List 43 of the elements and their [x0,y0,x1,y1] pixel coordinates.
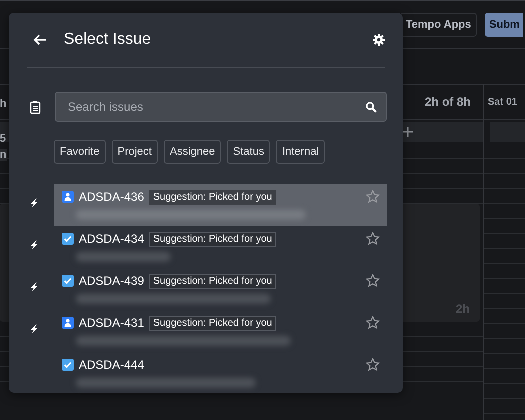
filter-button[interactable]: Favorite [54,140,106,164]
suggestion-tag: Suggestion: Picked for you [149,190,276,204]
star-icon[interactable] [366,190,380,204]
issue-key: ADSDA-444 [79,358,144,372]
filter-button[interactable]: Status [227,140,270,164]
issue-key: ADSDA-436 [79,190,144,204]
issue-item[interactable]: ADSDA-436 Suggestion: Picked for you [54,184,387,226]
issue-item[interactable]: ADSDA-434 Suggestion: Picked for you [54,226,387,268]
person-icon [62,191,74,203]
clipboard-icon [30,100,41,114]
filter-button[interactable]: Project [112,140,158,164]
checkbox-icon [62,233,74,245]
plus-icon[interactable] [402,126,414,138]
dialog-title: Select Issue [64,31,152,49]
suggestion-tag: Suggestion: Picked for you [149,274,276,288]
suggestion-tag: Suggestion: Picked for you [149,232,276,246]
issue-item[interactable]: ADSDA-431 Suggestion: Picked for you [54,310,387,352]
filter-button[interactable]: Assignee [164,140,222,164]
star-icon[interactable] [366,274,380,288]
settings-icon[interactable] [373,34,385,46]
star-icon[interactable] [366,358,380,372]
search-field[interactable]: Search issues [55,92,387,122]
issue-item[interactable]: ADSDA-444 [54,352,387,394]
issue-item[interactable]: ADSDA-439 Suggestion: Picked for you [54,268,387,310]
calendar-text: h [0,98,7,110]
issue-key: ADSDA-439 [79,274,144,288]
issue-key: ADSDA-434 [79,232,144,246]
person-icon [62,317,74,329]
checkbox-icon [62,275,74,287]
filter-button[interactable]: Internal [276,140,326,164]
submit-button[interactable]: Subm [485,12,523,36]
suggestion-tag: Suggestion: Picked for you [149,316,276,330]
checkbox-icon [62,359,74,371]
star-icon[interactable] [366,232,380,246]
calendar-text: 5 [0,133,6,145]
star-icon[interactable] [366,316,380,330]
back-arrow-icon[interactable] [33,34,47,46]
tempo-apps-button[interactable]: Tempo Apps [400,12,478,36]
issue-key: ADSDA-431 [79,316,144,330]
calendar-text: n [0,149,7,161]
day-header: Sat 01 [488,96,518,108]
search-icon[interactable] [366,102,377,113]
day-total: 2h of 8h [424,95,471,109]
